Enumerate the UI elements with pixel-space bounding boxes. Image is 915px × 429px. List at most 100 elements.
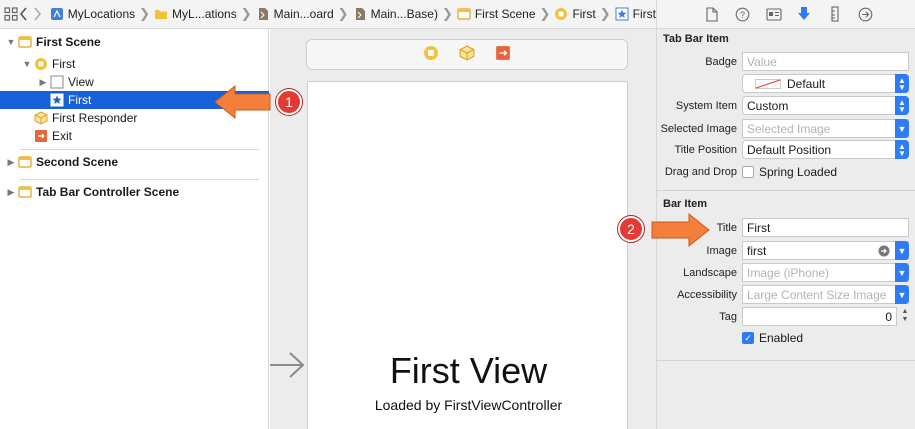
badge-color-popup[interactable]: Default ▲ ▼ (742, 74, 909, 93)
breadcrumb-label: First Scene (474, 7, 536, 21)
outline-label: First (68, 93, 92, 107)
breadcrumb-tab-bar-item[interactable]: First (615, 7, 656, 21)
title-field[interactable]: First (742, 218, 909, 237)
breadcrumb-group[interactable]: MyL...ations (154, 7, 237, 21)
disclosure-closed-icon[interactable]: ▶ (6, 187, 16, 198)
scene-icon (18, 155, 32, 169)
size-inspector-icon[interactable] (827, 6, 843, 22)
first-responder-cube-icon[interactable] (459, 45, 475, 64)
tag-label: Tag (719, 311, 737, 323)
first-view-canvas[interactable]: First View Loaded by FirstViewController (307, 81, 628, 429)
identity-inspector-icon[interactable] (766, 6, 782, 22)
breadcrumb-storyboard[interactable]: Main...oard (256, 7, 334, 21)
scene-icon (457, 7, 471, 21)
outline-label: First Scene (36, 35, 101, 49)
storyboard-canvas[interactable]: First View Loaded by FirstViewController (270, 29, 656, 429)
exit-icon (34, 129, 48, 143)
first-view-subtitle-label[interactable]: Loaded by FirstViewController (308, 397, 629, 413)
view-controller-icon (554, 7, 568, 21)
project-icon (50, 7, 64, 21)
scene-dock (306, 39, 628, 70)
outline-item-second-scene[interactable]: ▶ Second Scene (0, 153, 269, 171)
callout-badge-1: 1 (276, 89, 302, 115)
outline-item-exit[interactable]: Exit (0, 127, 269, 145)
tag-stepper[interactable]: ▲ ▼ (900, 308, 910, 326)
landscape-image-combo[interactable]: Image (iPhone) ▼ (742, 263, 909, 282)
related-items-grid-icon[interactable] (4, 4, 18, 24)
title-position-value: Default Position (747, 142, 832, 157)
badge-label: Badge (705, 56, 737, 68)
breadcrumb-storyboard-base[interactable]: Main...Base) (353, 7, 438, 21)
chevron-down-icon[interactable]: ▼ (895, 241, 909, 260)
badge-field[interactable]: Value (742, 52, 909, 71)
selected-image-combo[interactable]: Selected Image ▼ (742, 119, 909, 138)
breadcrumb-label: First (572, 7, 596, 21)
breadcrumb-separator: ❯ (337, 6, 349, 21)
outline-label: Second Scene (36, 155, 119, 169)
breadcrumb-separator: ❯ (539, 6, 551, 21)
first-responder-cube-icon (34, 111, 48, 125)
connections-inspector-icon[interactable] (858, 6, 874, 22)
exit-icon[interactable] (495, 45, 511, 64)
breadcrumb-label: First (632, 7, 656, 21)
color-swatch-none-icon (755, 78, 781, 89)
popup-stepper-icon: ▲ ▼ (895, 140, 909, 159)
chevron-down-icon[interactable]: ▼ (895, 119, 909, 138)
disclosure-open-icon[interactable]: ▼ (22, 59, 32, 69)
attributes-inspector-icon[interactable] (796, 6, 812, 22)
file-inspector-icon[interactable] (704, 6, 720, 22)
enabled-label: Enabled (759, 331, 804, 345)
title-position-popup[interactable]: Default Position ▲ ▼ (742, 140, 909, 159)
outline-item-tab-bar-controller-scene[interactable]: ▶ Tab Bar Controller Scene (0, 183, 269, 201)
disclosure-closed-icon[interactable]: ▶ (6, 157, 16, 168)
chevron-down-icon[interactable]: ▼ (895, 263, 909, 282)
breadcrumb-label: MyLocations (67, 7, 136, 21)
enabled-checkbox[interactable]: ✓ (742, 332, 754, 344)
tab-bar-item-section-title: Tab Bar Item (663, 33, 729, 45)
accessibility-image-combo[interactable]: Large Content Size Image ▼ (742, 285, 909, 304)
callout-arrow-1 (213, 84, 273, 123)
breadcrumb-project[interactable]: MyLocations (50, 7, 135, 21)
jump-bar: MyLocations ❯ MyL...ations ❯ Main...oard… (0, 0, 656, 29)
outline-label: Exit (52, 129, 73, 143)
selected-image-placeholder: Selected Image (747, 121, 831, 136)
accessibility-placeholder: Large Content Size Image (747, 287, 887, 302)
tag-field[interactable]: 0 (742, 307, 897, 326)
breadcrumb-scene[interactable]: First Scene (457, 7, 536, 21)
chevron-down-icon[interactable]: ▼ (895, 285, 909, 304)
breadcrumb-label: Main...oard (273, 7, 334, 21)
breadcrumb-label: Main...Base) (370, 7, 438, 21)
back-chevron-icon[interactable] (18, 4, 31, 24)
breadcrumb-view-controller[interactable]: First (554, 7, 596, 21)
outline-label: View (68, 75, 94, 89)
image-combo[interactable]: first ▼ (742, 241, 909, 260)
svg-text:?: ? (740, 10, 745, 20)
popup-stepper-icon: ▲ ▼ (895, 74, 909, 93)
spring-loaded-label: Spring Loaded (759, 165, 838, 179)
folder-icon (154, 7, 168, 21)
view-controller-icon[interactable] (423, 45, 439, 64)
callout-arrow-2 (649, 212, 711, 251)
drag-drop-label: Drag and Drop (664, 166, 737, 178)
title-position-label: Title Position (674, 144, 737, 156)
breadcrumb-separator: ❯ (240, 6, 252, 21)
system-item-popup[interactable]: Custom ▲ ▼ (742, 96, 909, 115)
breadcrumb-label: MyL...ations (172, 7, 237, 21)
selected-image-label: Selected Image (660, 123, 737, 135)
scene-icon (18, 185, 32, 199)
outline-divider (20, 179, 259, 180)
popup-stepper-icon: ▲ ▼ (895, 96, 909, 115)
disclosure-open-icon[interactable]: ▼ (6, 37, 16, 47)
outline-item-first-view-controller[interactable]: ▼ First (0, 55, 269, 73)
forward-chevron-icon[interactable] (31, 4, 44, 24)
disclosure-closed-icon[interactable]: ▶ (38, 77, 48, 88)
outline-label: First Responder (52, 111, 138, 125)
outline-item-first-scene[interactable]: ▼ First Scene (0, 33, 269, 51)
image-value: first (747, 243, 767, 258)
first-view-title-label[interactable]: First View (308, 350, 629, 392)
system-item-value: Custom (747, 98, 789, 113)
spring-loaded-checkbox[interactable] (742, 166, 754, 178)
outline-label: First (52, 57, 76, 71)
go-arrow-icon[interactable] (878, 245, 890, 260)
quick-help-icon[interactable]: ? (735, 6, 751, 22)
